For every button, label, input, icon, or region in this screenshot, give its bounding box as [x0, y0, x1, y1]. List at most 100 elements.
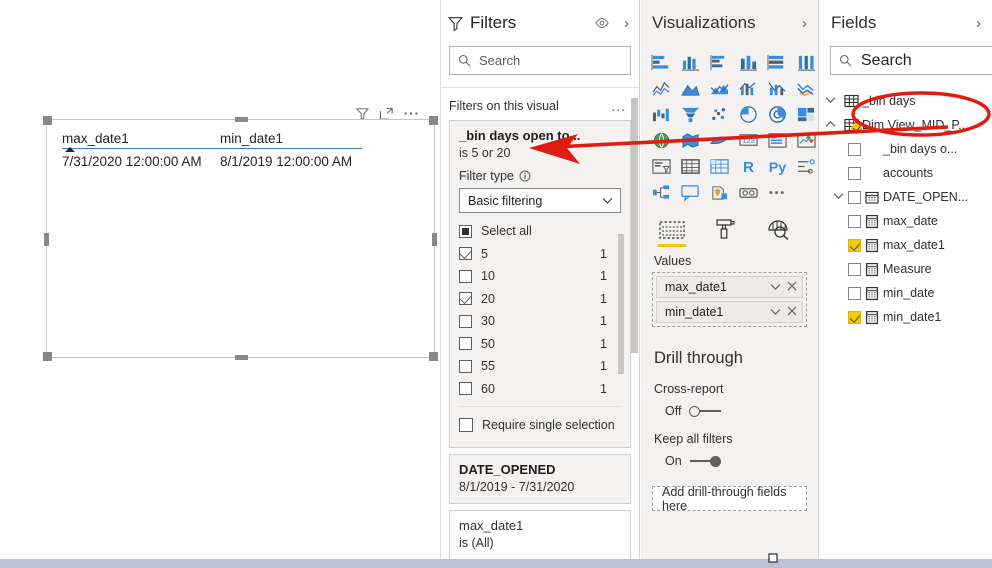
remove-field-icon[interactable] [787, 280, 797, 294]
values-well-item[interactable]: max_date1 [656, 276, 803, 298]
chevron-down-icon[interactable] [770, 305, 781, 319]
r-script-visual-icon[interactable]: R [734, 154, 762, 178]
paginated-report-icon[interactable] [734, 180, 762, 204]
python-visual-icon[interactable]: Py [763, 154, 791, 178]
filter-option-row[interactable]: 55 1 [459, 355, 621, 378]
field-checkbox[interactable] [848, 142, 861, 156]
filter-option-row[interactable]: 50 1 [459, 333, 621, 356]
keep-all-filters-toggle[interactable] [689, 454, 722, 468]
field-checkbox[interactable] [848, 214, 861, 228]
filled-map-icon[interactable] [676, 128, 704, 152]
key-influencers-icon[interactable] [792, 154, 818, 178]
funnel-icon[interactable] [676, 102, 704, 126]
filter-option-row[interactable]: 20 1 [459, 288, 621, 311]
fields-tree-row[interactable]: max_date1 [820, 233, 992, 257]
filter-option-checkbox[interactable] [459, 269, 472, 283]
cross-report-toggle[interactable] [689, 404, 722, 418]
field-checkbox[interactable] [848, 286, 861, 300]
fields-tree-row[interactable]: max_date [820, 209, 992, 233]
resize-handle-right-mid[interactable] [432, 233, 437, 246]
resize-handle-top-mid[interactable] [235, 117, 248, 122]
values-well[interactable]: max_date1 min_date1 [652, 272, 807, 327]
visualization-type-gallery[interactable]: 123 R Py [641, 46, 818, 204]
fields-tree[interactable]: _bin days Dim View_MID_P... _bin days o...… [820, 75, 992, 329]
expand-visualizations-pane-icon[interactable]: › [802, 15, 807, 32]
donut-chart-icon[interactable] [763, 102, 791, 126]
area-chart-icon[interactable] [676, 76, 704, 100]
fields-tree-row[interactable]: DATE_OPEN... [820, 185, 992, 209]
fields-tree-row[interactable]: min_date [820, 281, 992, 305]
fields-search-input[interactable]: Search [830, 46, 992, 75]
select-all-checkbox[interactable] [459, 224, 472, 238]
filter-option-checkbox[interactable] [459, 337, 472, 351]
stacked-area-chart-icon[interactable] [705, 76, 733, 100]
line-stacked-column-chart-icon[interactable] [734, 76, 762, 100]
field-checkbox[interactable] [848, 166, 861, 180]
values-well-item[interactable]: min_date1 [656, 301, 803, 323]
stacked-column-chart-icon[interactable] [676, 50, 704, 74]
arcgis-map-icon[interactable] [705, 180, 733, 204]
filter-option-checkbox[interactable] [459, 292, 472, 306]
100-stacked-column-chart-icon[interactable] [792, 50, 818, 74]
line-clustered-column-chart-icon[interactable] [763, 76, 791, 100]
tab-fields[interactable] [657, 221, 687, 247]
filter-card-date-opened[interactable]: DATE_OPENED 8/1/2019 - 7/31/2020 [449, 454, 631, 504]
fields-tree-row[interactable]: Measure [820, 257, 992, 281]
kpi-icon[interactable] [792, 128, 818, 152]
fields-tree-row[interactable]: min_date1 [820, 305, 992, 329]
resize-handle-left-mid[interactable] [44, 233, 49, 246]
pie-chart-icon[interactable] [734, 102, 762, 126]
column-header-max-date1[interactable]: max_date1 [62, 131, 220, 146]
info-icon[interactable] [519, 170, 531, 182]
filter-option-row[interactable]: 60 1 [459, 378, 621, 401]
more-visuals-icon[interactable] [763, 180, 791, 204]
shape-map-icon[interactable] [705, 128, 733, 152]
fields-tree-row[interactable]: accounts [820, 161, 992, 185]
field-checkbox[interactable] [848, 262, 861, 276]
ribbon-chart-icon[interactable] [792, 76, 818, 100]
resize-handle-bottom-left[interactable] [43, 352, 52, 361]
decomposition-tree-icon[interactable] [647, 180, 675, 204]
hide-filter-icon[interactable] [594, 16, 610, 30]
chevron-down-icon[interactable] [820, 95, 840, 107]
field-checkbox[interactable] [848, 190, 861, 204]
require-single-selection-row[interactable]: Require single selection [459, 412, 621, 438]
fields-tree-row[interactable]: Dim View_MID_P... [820, 113, 992, 137]
chevron-down-icon[interactable] [770, 280, 781, 294]
treemap-icon[interactable] [792, 102, 818, 126]
expand-filters-pane-icon[interactable]: › [624, 15, 629, 32]
filter-options-scrollbar[interactable] [618, 234, 624, 374]
q-and-a-icon[interactable] [676, 180, 704, 204]
100-stacked-bar-chart-icon[interactable] [763, 50, 791, 74]
resize-handle-bottom-mid[interactable] [235, 355, 248, 360]
filters-search-input[interactable]: Search [449, 46, 631, 75]
field-checkbox[interactable] [848, 310, 861, 324]
stacked-bar-chart-icon[interactable] [647, 50, 675, 74]
fields-tree-row[interactable]: _bin days [820, 89, 992, 113]
line-chart-icon[interactable] [647, 76, 675, 100]
filter-option-checkbox[interactable] [459, 247, 472, 261]
keep-all-filters-toggle-row[interactable]: On [641, 446, 818, 468]
matrix-icon[interactable] [705, 154, 733, 178]
field-checkbox[interactable] [848, 238, 861, 252]
filter-option-select-all[interactable]: Select all [459, 220, 621, 243]
card-icon[interactable]: 123 [734, 128, 762, 152]
column-header-min-date1[interactable]: min_date1 [220, 131, 360, 146]
remove-field-icon[interactable] [787, 305, 797, 319]
tab-analytics[interactable] [763, 218, 793, 247]
table-visual[interactable]: max_date1 min_date1 7/31/2020 12:00:00 A… [62, 131, 362, 169]
filter-options-list[interactable]: Select all 5 1 10 1 20 1 30 1 50 1 55 1 60 1 [459, 220, 624, 401]
slicer-icon[interactable] [647, 154, 675, 178]
filters-pane-scrollbar[interactable] [631, 98, 638, 353]
clustered-column-chart-icon[interactable] [734, 50, 762, 74]
map-icon[interactable] [647, 128, 675, 152]
filter-option-row[interactable]: 10 1 [459, 265, 621, 288]
report-canvas[interactable]: max_date1 min_date1 7/31/2020 12:00:00 A… [0, 0, 440, 560]
tab-format[interactable] [710, 218, 740, 247]
multi-row-card-icon[interactable] [763, 128, 791, 152]
scatter-chart-icon[interactable] [705, 102, 733, 126]
filter-option-row[interactable]: 51 [459, 243, 621, 266]
filter-card-max-date1[interactable]: max_date1 is (All) [449, 510, 631, 560]
filter-type-select[interactable]: Basic filtering [459, 188, 621, 213]
cross-report-toggle-row[interactable]: Off [641, 396, 818, 418]
